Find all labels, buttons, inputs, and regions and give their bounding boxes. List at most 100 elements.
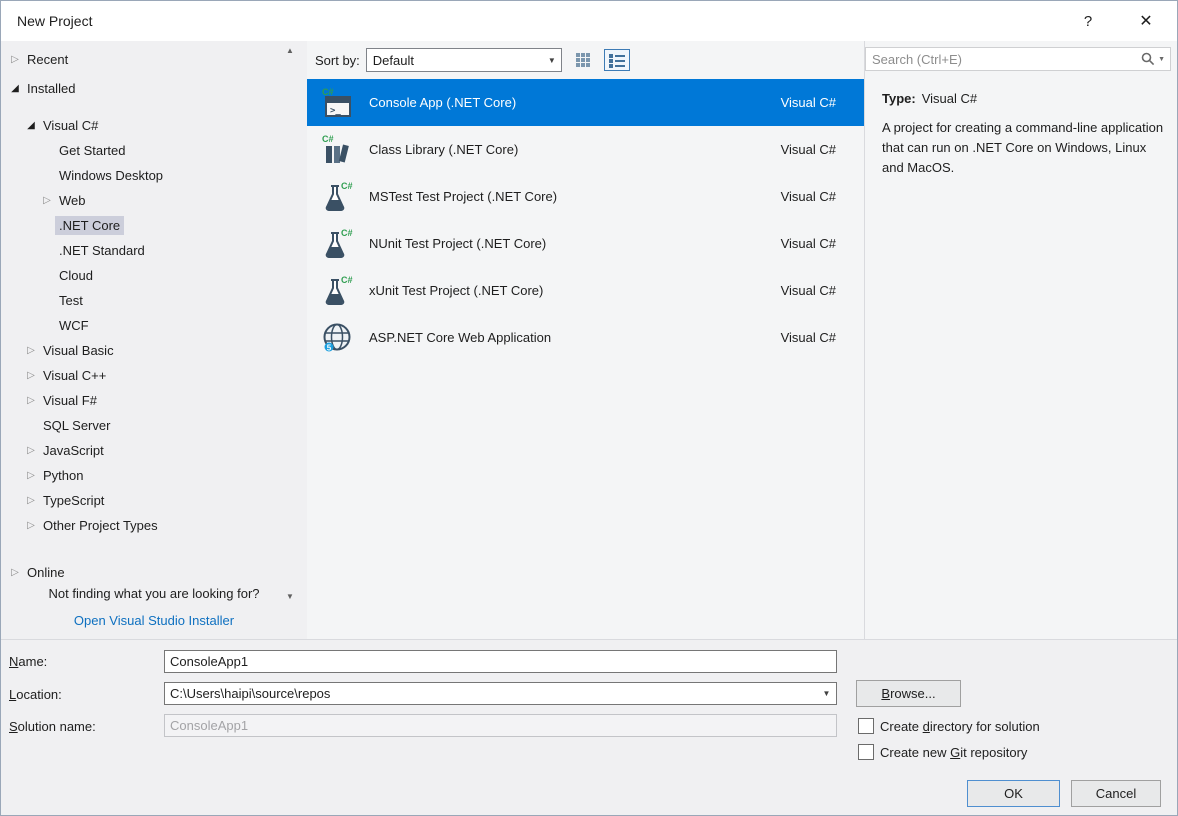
create-directory-checkbox[interactable]	[858, 718, 874, 734]
template-language: Visual C#	[781, 330, 836, 345]
tree-expander-icon[interactable]: ▷	[39, 188, 55, 213]
tree-item-visual-c[interactable]: ▷Visual C++	[1, 363, 307, 388]
tree-scrollbar[interactable]: ▲ ▼	[283, 46, 297, 601]
sort-by-value: Default	[373, 53, 543, 68]
tree-item-wcf[interactable]: WCF	[1, 313, 307, 338]
tree-expander-icon[interactable]: ▷	[23, 438, 39, 463]
template-language: Visual C#	[781, 142, 836, 157]
tree-item-installed[interactable]: ◢Installed	[1, 76, 307, 101]
test-project-icon: C#	[319, 179, 355, 215]
svg-text:C#: C#	[341, 228, 353, 238]
open-installer-link[interactable]: Open Visual Studio Installer	[1, 613, 307, 628]
tree-expander-icon[interactable]: ▷	[23, 388, 39, 413]
tree-item-get-started[interactable]: Get Started	[1, 138, 307, 163]
search-icon[interactable]	[1141, 52, 1155, 66]
template-item-asp-net-core-web-application[interactable]: 5 ASP.NET Core Web ApplicationVisual C#	[307, 314, 864, 361]
tree-item-label: SQL Server	[39, 416, 114, 435]
tree-item-label: Windows Desktop	[55, 166, 167, 185]
tree-expander-icon[interactable]: ▷	[23, 513, 39, 538]
template-item-console-app-net-core[interactable]: C# >_ Console App (.NET Core)Visual C#	[307, 79, 864, 126]
sort-by-dropdown[interactable]: Default ▼	[366, 48, 562, 72]
solution-name-input	[164, 714, 837, 737]
location-label: Location:	[9, 685, 62, 705]
create-git-repo-checkbox[interactable]	[858, 744, 874, 760]
help-icon[interactable]: ?	[1073, 8, 1103, 34]
test-project-icon: C#	[319, 273, 355, 309]
name-input[interactable]	[164, 650, 837, 673]
tree-item-net-standard[interactable]: .NET Standard	[1, 238, 307, 263]
tree-item-recent[interactable]: ▷Recent	[1, 47, 307, 72]
console-app-icon: C# >_	[319, 85, 355, 121]
web-app-icon: 5	[319, 320, 355, 356]
template-item-mstest-test-project-net-core[interactable]: C# MSTest Test Project (.NET Core)Visual…	[307, 173, 864, 220]
tree-item-label: TypeScript	[39, 491, 108, 510]
tree-item-python[interactable]: ▷Python	[1, 463, 307, 488]
cancel-button[interactable]: Cancel	[1071, 780, 1161, 807]
class-library-icon: C#	[319, 132, 355, 168]
template-item-xunit-test-project-net-core[interactable]: C# xUnit Test Project (.NET Core)Visual …	[307, 267, 864, 314]
template-item-class-library-net-core[interactable]: C# Class Library (.NET Core)Visual C#	[307, 126, 864, 173]
tree-item-cloud[interactable]: Cloud	[1, 263, 307, 288]
grid-view-icon	[575, 52, 591, 68]
tree-item-online[interactable]: ▷ Online	[1, 560, 307, 585]
svg-text:5: 5	[327, 343, 332, 352]
dialog-title: New Project	[17, 13, 92, 29]
tree-item-label: Installed	[23, 79, 79, 98]
type-row: Type:Visual C#	[882, 91, 1167, 106]
tree-item-label: Visual C++	[39, 366, 110, 385]
tree-item-label: Other Project Types	[39, 516, 162, 535]
search-box: ▼	[865, 47, 1171, 71]
tree-expander-icon[interactable]: ▷	[23, 463, 39, 488]
template-name: xUnit Test Project (.NET Core)	[369, 283, 781, 298]
tree-item-visual-c[interactable]: ◢Visual C#	[1, 113, 307, 138]
test-project-icon: C#	[319, 226, 355, 262]
tree-item-label: Cloud	[55, 266, 97, 285]
tree-expander-icon[interactable]: ◢	[23, 113, 39, 138]
tree-item-typescript[interactable]: ▷TypeScript	[1, 488, 307, 513]
tree-item-visual-f[interactable]: ▷Visual F#	[1, 388, 307, 413]
template-language: Visual C#	[781, 283, 836, 298]
create-git-repo-label: Create new Git repository	[880, 745, 1027, 760]
dialog-content: ▷Recent◢Installed◢Visual C#Get StartedWi…	[1, 41, 1177, 639]
svg-text:C#: C#	[322, 87, 334, 97]
create-directory-checkbox-row[interactable]: Create directory for solution	[858, 716, 1040, 736]
template-item-nunit-test-project-net-core[interactable]: C# NUnit Test Project (.NET Core)Visual …	[307, 220, 864, 267]
scroll-up-icon[interactable]: ▲	[283, 46, 297, 55]
tree-expander-icon[interactable]: ▷	[23, 363, 39, 388]
small-icons-view-button[interactable]	[570, 49, 596, 71]
tree-expander-icon[interactable]: ▷	[23, 338, 39, 363]
template-name: MSTest Test Project (.NET Core)	[369, 189, 781, 204]
tree-expander-icon[interactable]: ▷	[7, 560, 23, 585]
tree-item-sql-server[interactable]: SQL Server	[1, 413, 307, 438]
tree-item-label: Web	[55, 191, 90, 210]
tree-item-web[interactable]: ▷Web	[1, 188, 307, 213]
chevron-down-icon[interactable]: ▼	[817, 689, 836, 698]
location-combobox[interactable]: C:\Users\haipi\source\repos ▼	[164, 682, 837, 705]
tree-expander-icon[interactable]: ▷	[7, 47, 23, 72]
svg-text:C#: C#	[341, 181, 353, 191]
tree-item-test[interactable]: Test	[1, 288, 307, 313]
online-section: ▷ Online	[1, 556, 307, 589]
ok-button[interactable]: OK	[967, 780, 1060, 807]
list-view-button[interactable]	[604, 49, 630, 71]
tree-item-visual-basic[interactable]: ▷Visual Basic	[1, 338, 307, 363]
tree-item-label: Recent	[23, 50, 72, 69]
search-dropdown-icon[interactable]: ▼	[1158, 56, 1165, 63]
tree-item-net-core[interactable]: .NET Core	[1, 213, 307, 238]
tree-item-label: Visual F#	[39, 391, 101, 410]
browse-button[interactable]: Browse...	[856, 680, 961, 707]
category-panel: ▷Recent◢Installed◢Visual C#Get StartedWi…	[1, 41, 307, 639]
tree-item-other-project-types[interactable]: ▷Other Project Types	[1, 513, 307, 538]
search-input[interactable]	[872, 52, 1141, 67]
project-form: Name: Location: C:\Users\haipi\source\re…	[1, 639, 1177, 815]
tree-expander-icon[interactable]: ▷	[23, 488, 39, 513]
details-panel: ▼ Type:Visual C# A project for creating …	[865, 41, 1177, 639]
create-directory-label: Create directory for solution	[880, 719, 1040, 734]
close-icon[interactable]: ✕	[1131, 8, 1161, 34]
new-project-dialog: New Project ? ✕ ▷Recent◢Installed◢Visual…	[0, 0, 1178, 816]
svg-text:C#: C#	[341, 275, 353, 285]
tree-item-javascript[interactable]: ▷JavaScript	[1, 438, 307, 463]
tree-expander-icon[interactable]: ◢	[7, 76, 23, 101]
tree-item-windows-desktop[interactable]: Windows Desktop	[1, 163, 307, 188]
create-git-repo-checkbox-row[interactable]: Create new Git repository	[858, 742, 1027, 762]
